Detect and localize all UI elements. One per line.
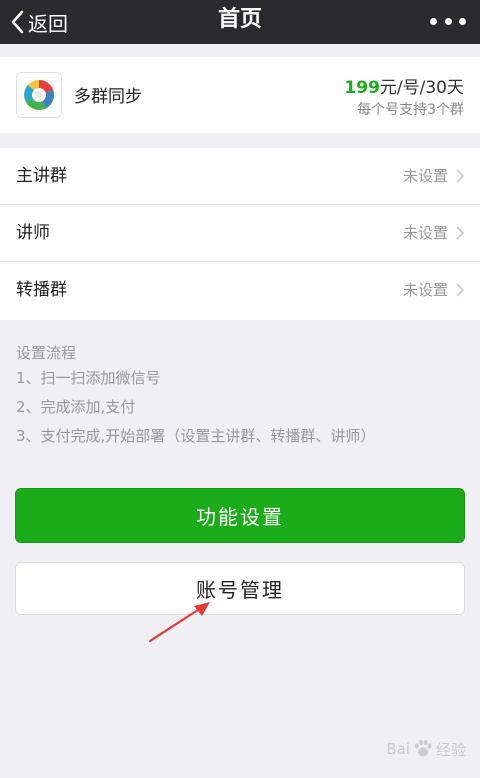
- setting-row-lecturer[interactable]: 讲师 未设置: [0, 205, 480, 262]
- back-label: 返回: [28, 11, 68, 36]
- setting-row-relay-group[interactable]: 转播群 未设置: [0, 262, 480, 320]
- app-logo: [16, 72, 62, 118]
- more-dots-icon: [430, 17, 437, 25]
- process-step: 3、支付完成,开始部署（设置主讲群、转播群、讲师）: [16, 427, 376, 445]
- watermark: Bai 经验: [386, 738, 466, 760]
- paw-icon: [414, 739, 432, 757]
- function-settings-button[interactable]: 功能设置: [15, 488, 465, 543]
- price-note: 每个号支持3个群: [357, 102, 464, 118]
- process-title: 设置流程: [16, 344, 77, 362]
- price-unit: 元/号/30天: [379, 78, 464, 98]
- product-name: 多群同步: [74, 87, 142, 107]
- setup-process: 设置流程 1、扫一扫添加微信号 2、完成添加,支付 3、支付完成,开始部署（设置…: [16, 342, 466, 451]
- navigation-bar: 返回 首页: [0, 0, 480, 44]
- account-management-button[interactable]: 账号管理: [15, 562, 465, 615]
- setting-label: 主讲群: [16, 166, 67, 186]
- setting-value: 未设置: [402, 281, 448, 299]
- watermark-text-right: 经验: [435, 740, 466, 759]
- watermark-text-left: Bai: [386, 740, 410, 758]
- setting-label: 讲师: [16, 223, 50, 243]
- setting-label: 转播群: [16, 280, 67, 300]
- app-logo-icon: [24, 79, 55, 110]
- process-step: 1、扫一扫添加微信号: [16, 369, 161, 387]
- product-card: 多群同步 199元/号/30天 每个号支持3个群: [0, 57, 480, 133]
- setting-value: 未设置: [402, 167, 448, 185]
- price-amount: 199: [344, 78, 380, 98]
- page-title: 首页: [217, 7, 262, 32]
- back-button[interactable]: 返回: [10, 0, 68, 44]
- more-options-button[interactable]: [430, 10, 466, 32]
- process-step: 2、完成添加,支付: [16, 398, 136, 416]
- setting-row-main-group[interactable]: 主讲群 未设置: [0, 148, 480, 205]
- chevron-right-icon: [456, 226, 464, 240]
- more-dots-icon: [444, 17, 452, 25]
- chevron-right-icon: [456, 169, 464, 183]
- setting-value: 未设置: [402, 224, 448, 242]
- chevron-left-icon: [11, 10, 24, 34]
- price-line: 199元/号/30天: [344, 73, 464, 98]
- chevron-right-icon: [456, 283, 464, 297]
- more-dots-icon: [459, 17, 466, 25]
- red-arrow-annotation: [148, 602, 210, 643]
- settings-list: 主讲群 未设置 讲师 未设置 转播群 未设置: [0, 148, 480, 320]
